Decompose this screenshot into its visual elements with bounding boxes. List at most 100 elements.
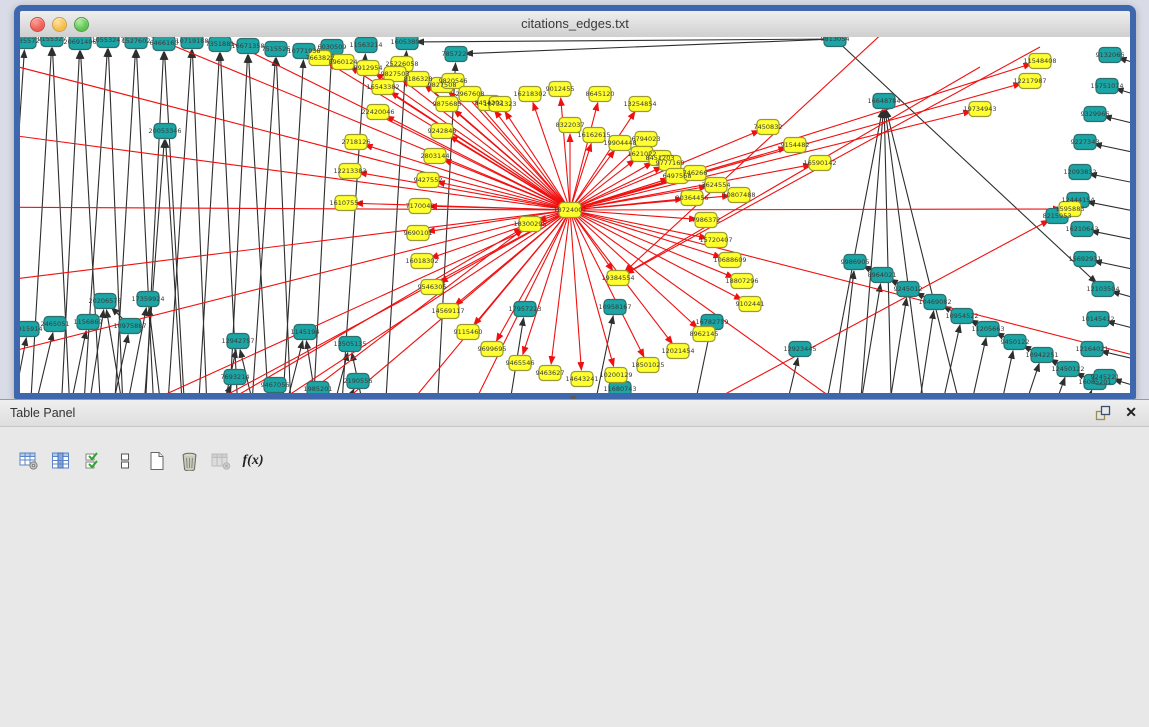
- graph-node-label: 9245221: [1091, 373, 1120, 381]
- graph-node-label: 18807296: [725, 277, 758, 285]
- graph-node-label: 9012455: [546, 85, 575, 93]
- network-canvas[interactable]: 2435572915532720691406105532471527602646…: [20, 37, 1130, 393]
- graph-node-label: 1527602: [122, 37, 151, 45]
- graph-edge: [29, 48, 51, 393]
- network-view-window[interactable]: citations_edges.txt 24355729155327206914…: [14, 5, 1136, 399]
- graph-node-label: 9132066: [1096, 51, 1125, 59]
- graph-node-label: 22420046: [361, 108, 394, 116]
- graph-edge: [165, 52, 186, 393]
- graph-node-label: 18724007: [553, 206, 586, 214]
- cytoscape-app: citations_edges.txt 24355729155327206914…: [0, 0, 1149, 727]
- graph-node-label: 12217987: [1013, 77, 1046, 85]
- graph-edge: [995, 351, 1013, 393]
- graph-edge: [192, 50, 208, 393]
- graph-node-label: 16107554: [329, 199, 362, 207]
- graph-node-label: 746266: [683, 169, 708, 177]
- graph-edge: [20, 50, 24, 393]
- graph-edge: [835, 271, 854, 393]
- graph-node-label: 9227343: [1071, 138, 1100, 146]
- graph-node-label: 15720407: [699, 236, 732, 244]
- graph-edge: [52, 48, 71, 393]
- graph-node-label: 1145194: [291, 328, 320, 336]
- graph-edge: [1075, 390, 1092, 393]
- graph-node-label: 12444154: [1061, 196, 1094, 204]
- graph-node-label: 19384554: [601, 274, 634, 282]
- graph-edge: [820, 110, 882, 393]
- graph-node-label: 16590142: [803, 159, 836, 167]
- graph-node-label: 9329966: [1081, 110, 1110, 118]
- graph-node-label: 1985201: [304, 385, 333, 393]
- graph-node-label: 11205663: [971, 325, 1004, 333]
- graph-node-label: 9690101: [404, 229, 433, 237]
- graph-node-label: 9427552: [414, 176, 443, 184]
- function-builder-button[interactable]: f(x): [240, 448, 266, 474]
- graph-node-label: 9245012: [894, 285, 923, 293]
- graph-node-label: 13254854: [623, 100, 656, 108]
- close-panel-icon[interactable]: ✕: [1125, 404, 1137, 421]
- graph-node-label: 11680743: [603, 385, 636, 393]
- row-mode-button[interactable]: [112, 448, 138, 474]
- graph-node-label: 9115460: [454, 328, 483, 336]
- graph-node-label: 14569117: [431, 307, 464, 315]
- graph-node-label: 12103504: [1086, 285, 1119, 293]
- graph-node-label: 15751074: [1090, 82, 1123, 90]
- select-columns-button[interactable]: [80, 448, 106, 474]
- graph-edge: [384, 51, 406, 393]
- graph-node-label: 10975887: [113, 322, 146, 330]
- create-column-button[interactable]: [144, 448, 170, 474]
- graph-node-label: 25226058: [385, 60, 418, 68]
- graph-node-label: 9154482: [781, 141, 810, 149]
- graph-node-label: 10145412: [1081, 315, 1114, 323]
- graph-node-label: 9467056: [261, 381, 290, 389]
- graph-node-label: 2803144: [421, 152, 450, 160]
- graph-edge: [885, 298, 907, 393]
- graph-node-label: 20364456: [675, 194, 708, 202]
- graph-node-label: 8645120: [586, 90, 615, 98]
- graph-edge: [570, 210, 614, 366]
- graph-node-label: 7351881: [206, 40, 235, 48]
- graph-node-label: 20206576: [88, 297, 121, 305]
- graph-node-label: 8322037: [556, 121, 585, 129]
- graph-node-label: 19734943: [963, 105, 996, 113]
- graph-node-label: 16218302: [513, 90, 546, 98]
- graph-node-label: 12213383: [333, 167, 366, 175]
- graph-edge: [1107, 321, 1130, 335]
- graph-edge: [570, 209, 1061, 210]
- graph-edge: [551, 210, 570, 364]
- graph-edge: [60, 51, 80, 393]
- graph-node-label: 16162615: [577, 131, 610, 139]
- delete-table-button[interactable]: [208, 448, 234, 474]
- graph-node-label: 7857224: [442, 50, 471, 58]
- graph-node-label: 2465051: [41, 320, 70, 328]
- graph-node-label: 6030509: [318, 43, 347, 51]
- graph-node-label: 1156869: [74, 318, 103, 326]
- float-panel-icon[interactable]: [1095, 405, 1111, 421]
- table-mode-button[interactable]: [16, 448, 42, 474]
- graph-node-label: 9546305: [418, 283, 447, 291]
- graph-node-label: 12923445: [783, 345, 816, 353]
- window-title: citations_edges.txt: [20, 16, 1130, 31]
- graph-node-label: 12021454: [661, 347, 694, 355]
- graph-edge: [20, 338, 26, 393]
- table-toolbar: f(x): [16, 447, 266, 475]
- graph-node-label: 10954522: [945, 312, 978, 320]
- graph-node-label: 7170048: [406, 202, 435, 210]
- show-columns-button[interactable]: [48, 448, 74, 474]
- graph-node-label: 2718126: [342, 138, 371, 146]
- graph-node-label: 9820546: [439, 77, 468, 85]
- graph-edge: [365, 145, 570, 210]
- graph-node-label: 10200129: [599, 371, 632, 379]
- graph-node-label: 10553247: [91, 37, 124, 44]
- graph-edge: [1045, 377, 1065, 393]
- graph-node-label: 7693214: [221, 373, 250, 381]
- graph-edge: [915, 311, 934, 393]
- graph-node-label: 9242848: [428, 127, 457, 135]
- graph-node-label: 9986905: [841, 258, 870, 266]
- graph-node-label: 9450122: [1001, 338, 1030, 346]
- graph-node-label: 10807488: [722, 191, 755, 199]
- graph-node-label: 18300295: [513, 220, 546, 228]
- citation-network-graph[interactable]: 2435572915532720691406105532471527602646…: [20, 37, 1130, 393]
- delete-column-button[interactable]: [176, 448, 202, 474]
- window-titlebar[interactable]: citations_edges.txt: [20, 11, 1130, 38]
- graph-node-label: 11548408: [1023, 57, 1056, 65]
